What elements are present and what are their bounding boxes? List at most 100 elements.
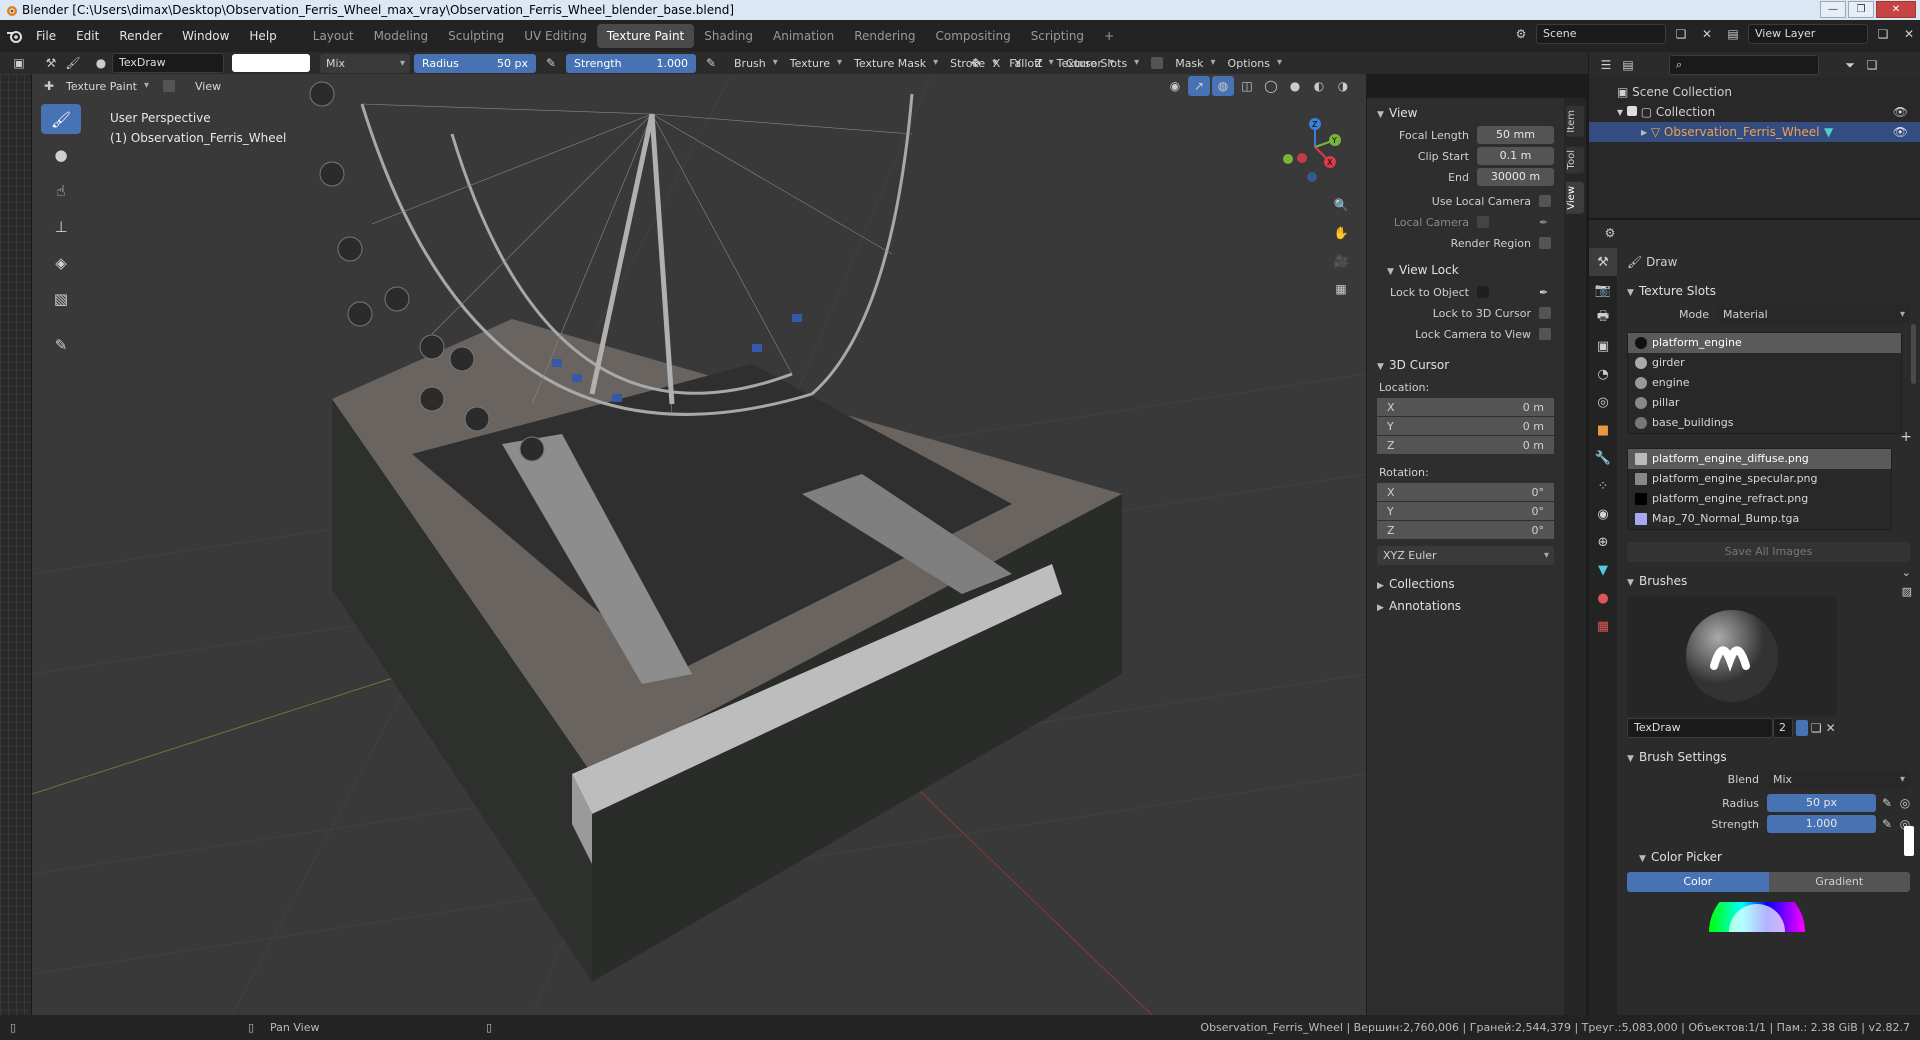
list-item[interactable]: pillar bbox=[1628, 393, 1901, 413]
texture-tab-icon[interactable]: ▦ bbox=[1589, 612, 1617, 640]
menu-window[interactable]: Window bbox=[172, 29, 239, 43]
scene-tab-icon[interactable]: ◔ bbox=[1589, 360, 1617, 388]
fake-user-shield-icon[interactable] bbox=[1795, 720, 1809, 736]
view-menu[interactable]: View bbox=[189, 80, 227, 93]
list-item[interactable]: Map_70_Normal_Bump.tga bbox=[1628, 509, 1891, 529]
texture-slots-section-header[interactable]: ▼ Texture Slots bbox=[1617, 280, 1920, 302]
tab-rendering[interactable]: Rendering bbox=[844, 24, 925, 48]
view-layer-icon[interactable]: ▤ bbox=[1722, 24, 1744, 44]
brush-strength-slider[interactable]: 1.000 bbox=[1767, 815, 1876, 833]
brushes-section-header[interactable]: ▼ Brushes bbox=[1617, 570, 1920, 592]
save-all-images-button[interactable]: Save All Images bbox=[1627, 542, 1910, 562]
output-tab-icon[interactable]: 🖶 bbox=[1589, 304, 1617, 332]
rendered-shading-icon[interactable]: ◑ bbox=[1332, 76, 1354, 96]
soften-tool-button[interactable]: ● bbox=[41, 140, 81, 170]
list-item[interactable]: platform_engine_diffuse.png bbox=[1628, 449, 1891, 469]
new-scene-icon[interactable]: ❏ bbox=[1670, 24, 1692, 44]
3d-viewport[interactable] bbox=[32, 74, 1366, 1015]
tab-view[interactable]: View bbox=[1566, 182, 1584, 214]
cursor-rotation-z[interactable]: Z 0° bbox=[1377, 521, 1554, 540]
texture-mask-menu[interactable]: Texture Mask bbox=[848, 57, 942, 70]
mask-checkbox[interactable] bbox=[1151, 57, 1164, 69]
clone-tool-button[interactable]: ⊥ bbox=[41, 212, 81, 242]
brush-name-field[interactable]: TexDraw bbox=[112, 53, 224, 73]
menu-edit[interactable]: Edit bbox=[66, 29, 109, 43]
scene-field[interactable]: Scene bbox=[1536, 24, 1666, 44]
annotate-tool-button[interactable]: ✎ bbox=[41, 330, 81, 360]
mask-toggle[interactable] bbox=[162, 80, 175, 92]
clip-start-field[interactable]: 0.1 m bbox=[1477, 147, 1554, 165]
fill-tool-button[interactable]: ◈ bbox=[41, 248, 81, 278]
brush-radius-slider[interactable]: 50 px bbox=[1767, 794, 1876, 812]
mirror-x-toggle[interactable]: X bbox=[987, 57, 1007, 70]
tool-tab-icon[interactable]: ⚒ bbox=[1589, 248, 1617, 276]
eyedropper-icon[interactable]: ✒ bbox=[1539, 216, 1548, 229]
physics-tab-icon[interactable]: ◉ bbox=[1589, 500, 1617, 528]
add-workspace-button[interactable]: + bbox=[1094, 24, 1124, 48]
cursor-rotation-y[interactable]: Y 0° bbox=[1377, 502, 1554, 521]
list-item[interactable]: platform_engine_refract.png bbox=[1628, 489, 1891, 509]
symmetry-icon[interactable]: ✥ bbox=[965, 53, 987, 73]
render-region-checkbox[interactable] bbox=[1539, 237, 1551, 249]
editor-type-icon[interactable]: ▣ bbox=[8, 53, 30, 73]
maximize-button[interactable]: ❐ bbox=[1848, 1, 1874, 18]
blender-menu-icon[interactable] bbox=[4, 27, 26, 45]
annotations-section-header[interactable]: ▶ Annotations bbox=[1367, 595, 1564, 617]
outliner-editor-icon[interactable]: ☰ bbox=[1595, 55, 1617, 75]
navigation-gizmo[interactable]: Z Y X bbox=[1280, 112, 1350, 182]
brush-settings-section-header[interactable]: ▼ Brush Settings bbox=[1617, 746, 1920, 768]
texture-menu[interactable]: Texture bbox=[784, 57, 846, 70]
overlays-icon[interactable]: ◍ bbox=[1212, 76, 1234, 96]
color-picker-section-header[interactable]: ▼ Color Picker bbox=[1617, 846, 1920, 868]
lock-object-eyedropper-icon[interactable]: ✒ bbox=[1539, 286, 1548, 299]
xray-icon[interactable]: ◫ bbox=[1236, 76, 1258, 96]
color-wheel[interactable] bbox=[1707, 902, 1807, 932]
focal-length-field[interactable]: 50 mm bbox=[1477, 126, 1554, 144]
add-image-icon[interactable]: + bbox=[1900, 429, 1912, 445]
filter-icon[interactable]: ⏷ bbox=[1839, 55, 1861, 75]
brush-blend-dropdown[interactable]: Mix bbox=[1767, 769, 1910, 789]
gizmo-icon[interactable]: ↗ bbox=[1188, 76, 1210, 96]
data-tab-icon[interactable]: ▼ bbox=[1589, 556, 1617, 584]
menu-help[interactable]: Help bbox=[239, 29, 286, 43]
list-item[interactable]: engine bbox=[1628, 373, 1901, 393]
mesh-data-icon[interactable]: ▼ bbox=[1824, 122, 1833, 142]
clip-end-field[interactable]: 30000 m bbox=[1477, 168, 1554, 186]
mirror-z-toggle[interactable]: Z bbox=[1029, 57, 1049, 70]
new-view-layer-icon[interactable]: ❏ bbox=[1872, 24, 1894, 44]
brush-preview[interactable] bbox=[1627, 596, 1837, 716]
texture-mode-dropdown[interactable]: Material bbox=[1717, 304, 1910, 324]
menu-file[interactable]: File bbox=[26, 29, 66, 43]
expand-icon[interactable]: ▾ bbox=[1617, 105, 1623, 119]
cursor-location-x[interactable]: X0 m bbox=[1377, 398, 1554, 417]
eye-icon[interactable]: 👁 bbox=[1893, 102, 1908, 122]
delete-view-layer-icon[interactable]: ✕ bbox=[1898, 24, 1920, 44]
menu-render[interactable]: Render bbox=[109, 29, 172, 43]
lock-cursor-checkbox[interactable] bbox=[1539, 307, 1551, 319]
cursor-rotation-x[interactable]: X 0° bbox=[1377, 483, 1554, 502]
list-item[interactable]: platform_engine bbox=[1628, 333, 1901, 353]
brush-menu-chevron-icon[interactable]: ⌄ bbox=[1902, 566, 1912, 579]
mask-tool-button[interactable]: ▧ bbox=[41, 284, 81, 314]
outliner-search-input[interactable]: ⌕ bbox=[1669, 55, 1819, 75]
radius-pressure-icon[interactable]: ✎ bbox=[1878, 793, 1896, 813]
constraints-tab-icon[interactable]: ⊕ bbox=[1589, 528, 1617, 556]
strength-pressure-icon[interactable]: ✎ bbox=[700, 53, 722, 73]
tab-animation[interactable]: Animation bbox=[763, 24, 844, 48]
ortho-grid-icon[interactable]: ▦ bbox=[1330, 279, 1352, 299]
brush-menu[interactable]: Brush bbox=[728, 57, 782, 70]
tab-tool[interactable]: Tool bbox=[1566, 146, 1584, 174]
texture-slots-menu[interactable]: Texture Slots bbox=[1051, 57, 1144, 70]
tab-scripting[interactable]: Scripting bbox=[1021, 24, 1094, 48]
new-collection-icon[interactable]: ❏ bbox=[1861, 55, 1883, 75]
tab-compositing[interactable]: Compositing bbox=[925, 24, 1020, 48]
gradient-tab[interactable]: Gradient bbox=[1768, 872, 1910, 892]
object-tab-icon[interactable]: ■ bbox=[1589, 416, 1617, 444]
tool-settings-icon[interactable]: ⚒ bbox=[40, 53, 62, 73]
scene-icon[interactable]: ⚙ bbox=[1510, 24, 1532, 44]
zoom-icon[interactable]: 🔍 bbox=[1330, 195, 1352, 215]
object-row[interactable]: ▸ ▽ Observation_Ferris_Wheel ▼ 👁 bbox=[1589, 122, 1920, 142]
draw-tool-button[interactable]: 🖌 bbox=[41, 104, 81, 134]
collection-checkbox[interactable] bbox=[1626, 106, 1637, 116]
solid-shading-icon[interactable]: ● bbox=[1284, 76, 1306, 96]
